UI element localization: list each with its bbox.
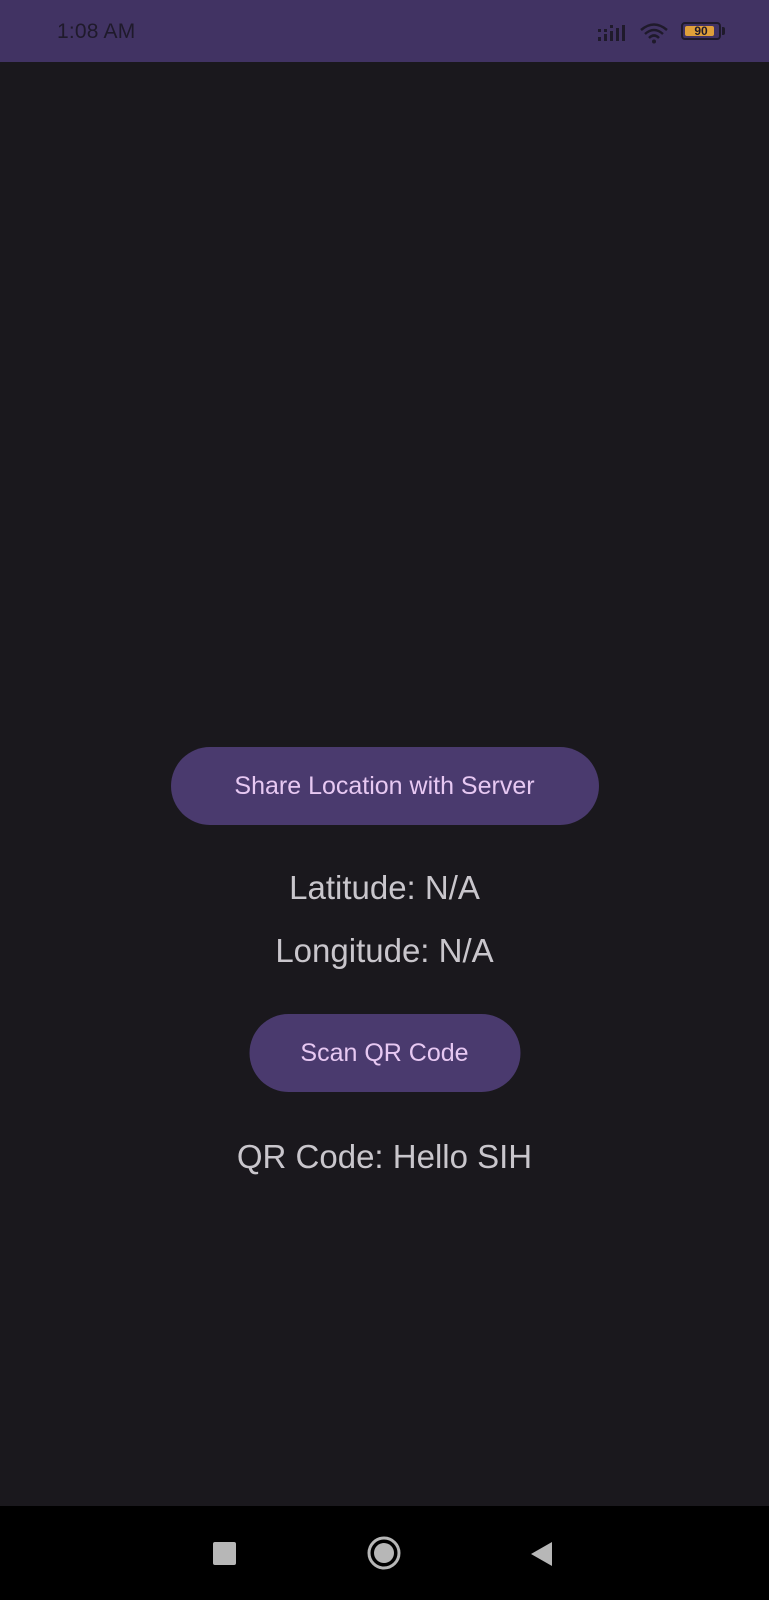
scan-qr-button[interactable]: Scan QR Code xyxy=(249,1014,520,1092)
status-icons: 90 xyxy=(597,21,727,45)
qr-result-text: QR Code: Hello SIH xyxy=(236,1138,533,1175)
share-location-button[interactable]: Share Location with Server xyxy=(170,747,599,825)
status-time: 1:08 AM xyxy=(57,20,136,43)
battery-level: 90 xyxy=(694,24,708,38)
main-content: Share Location with Server Latitude: N/A… xyxy=(0,62,769,1506)
battery-cap xyxy=(722,27,725,35)
status-bar: 1:08 AM 90 xyxy=(0,0,769,62)
wifi-icon xyxy=(640,23,668,44)
recent-apps-icon[interactable] xyxy=(213,1542,236,1565)
signal-icon xyxy=(598,25,625,41)
latitude-text: Latitude: N/A xyxy=(289,869,480,906)
longitude-text: Longitude: N/A xyxy=(275,932,494,969)
battery-icon: 90 xyxy=(681,22,727,44)
home-icon[interactable] xyxy=(366,1535,402,1571)
app-screen: 1:08 AM 90 Share Location with Server La… xyxy=(0,0,769,1600)
back-icon[interactable] xyxy=(528,1540,554,1568)
